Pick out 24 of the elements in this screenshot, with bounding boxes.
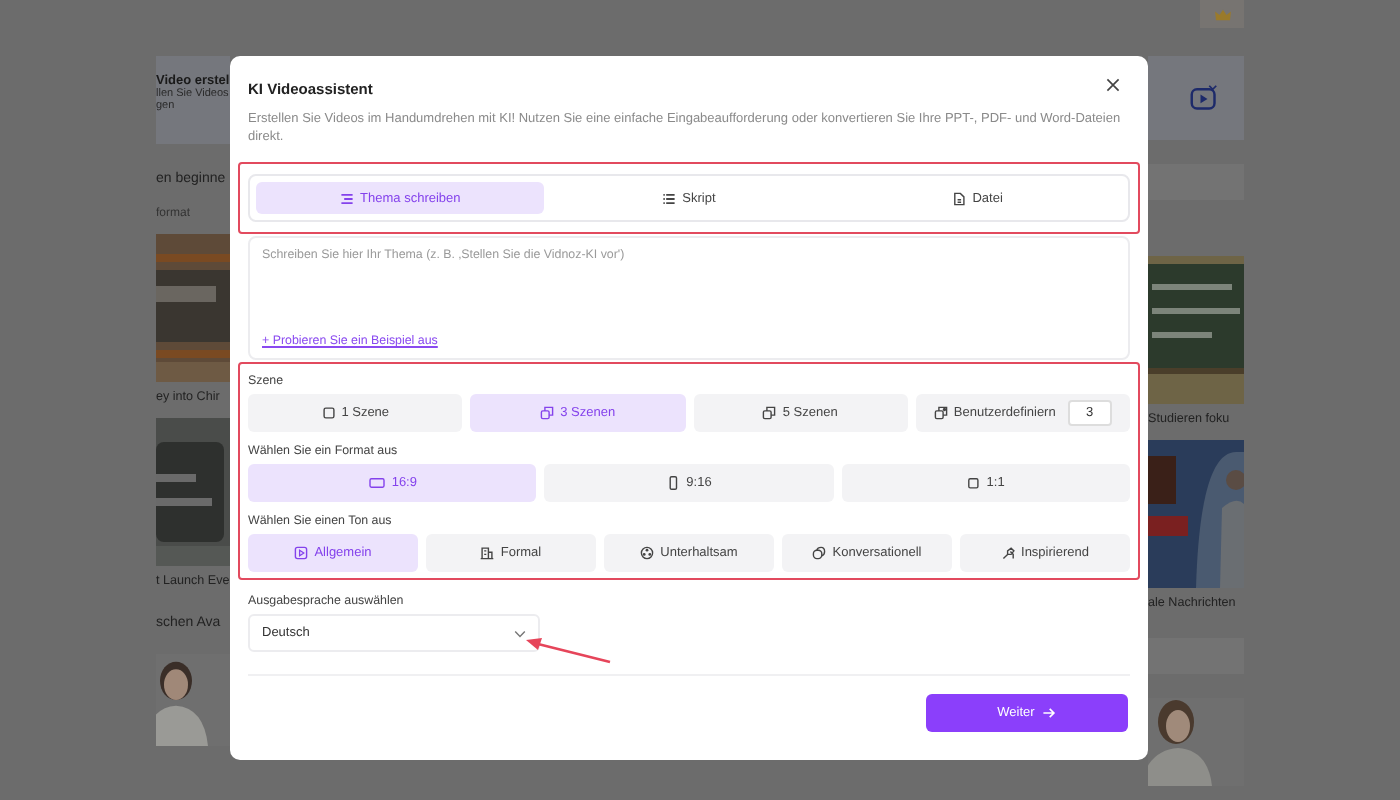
list-icon: [662, 191, 677, 205]
portrait-icon: [666, 476, 681, 490]
film-reel-icon: [640, 546, 655, 560]
building-icon: [480, 546, 495, 560]
close-button[interactable]: [1104, 76, 1122, 94]
chevron-down-icon: [514, 629, 526, 637]
square-icon: [966, 476, 981, 490]
stacked-squares-icon: [540, 406, 555, 420]
document-icon: [952, 191, 967, 205]
arrow-right-icon: [1042, 706, 1057, 720]
video-play-icon: [1190, 84, 1218, 112]
play-icon: [294, 546, 309, 560]
text-lines-icon: [340, 191, 355, 205]
chat-bubbles-icon: [812, 546, 827, 560]
panel-background: [1148, 164, 1244, 200]
arrow-annotation: [522, 634, 614, 666]
stacked-squares-icon: [933, 406, 948, 420]
close-icon: [1106, 78, 1120, 92]
crown-icon: [1213, 7, 1231, 21]
square-icon: [321, 406, 336, 420]
landscape-icon: [367, 476, 386, 490]
feature-card[interactable]: [1148, 56, 1244, 140]
stacked-squares-icon: [762, 406, 777, 420]
panel-background: [1148, 638, 1244, 674]
